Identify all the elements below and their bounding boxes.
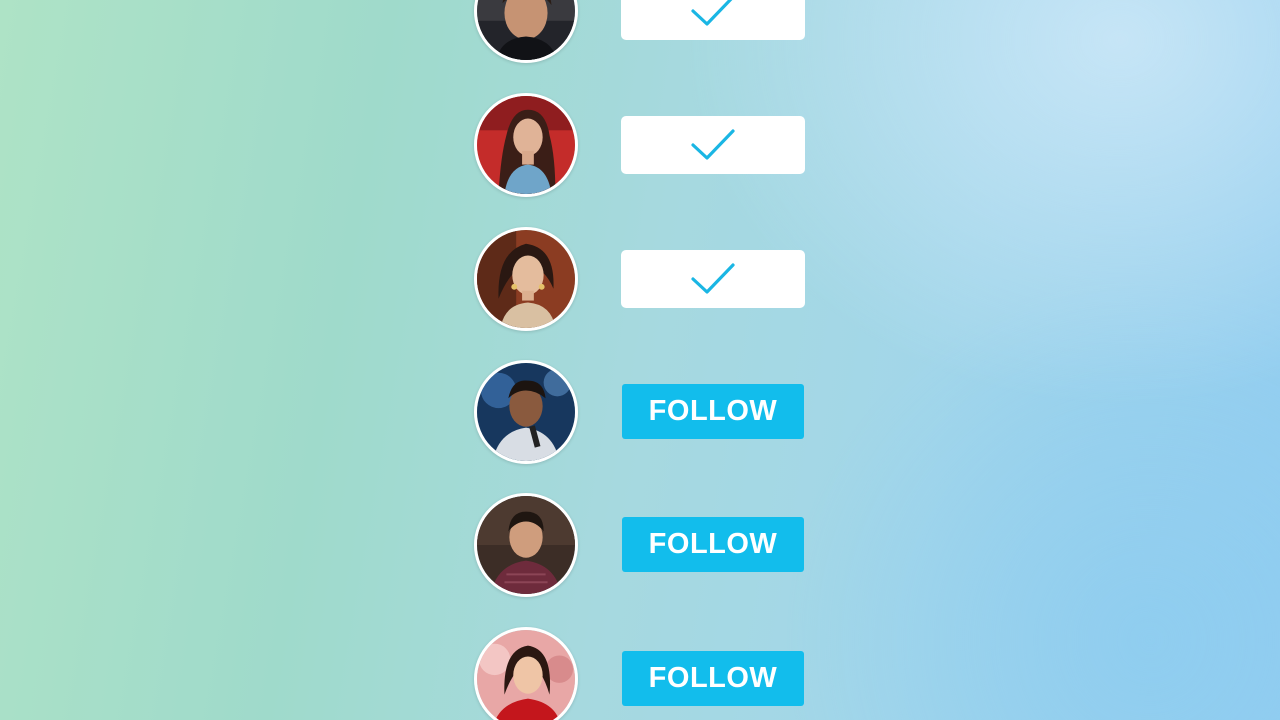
avatar-image — [477, 630, 575, 720]
follow-button-label: FOLLOW — [648, 528, 778, 560]
follow-button[interactable]: FOLLOW — [622, 384, 804, 439]
follow-button-label: FOLLOW — [648, 395, 778, 427]
avatar[interactable] — [474, 360, 578, 464]
following-button[interactable] — [621, 116, 805, 174]
avatar-image — [477, 230, 575, 328]
profile-row: FOLLOW — [0, 360, 1280, 464]
profile-row: FOLLOW — [0, 627, 1280, 720]
avatar[interactable] — [474, 93, 578, 197]
avatar-image — [477, 96, 575, 194]
avatar[interactable] — [474, 227, 578, 331]
check-icon — [690, 0, 736, 28]
avatar[interactable] — [474, 493, 578, 597]
check-icon — [690, 128, 736, 162]
avatar[interactable] — [474, 627, 578, 720]
check-icon — [690, 262, 736, 296]
avatar[interactable] — [474, 0, 578, 63]
follow-button[interactable]: FOLLOW — [622, 517, 804, 572]
follow-button-label: FOLLOW — [648, 662, 778, 694]
follow-button[interactable]: FOLLOW — [622, 651, 804, 706]
avatar-image — [477, 0, 575, 60]
following-button[interactable] — [621, 250, 805, 308]
profile-row — [0, 0, 1280, 63]
profile-row: FOLLOW — [0, 493, 1280, 597]
avatar-image — [477, 496, 575, 594]
avatar-image — [477, 363, 575, 461]
profile-row — [0, 227, 1280, 331]
following-button[interactable] — [621, 0, 805, 40]
profile-row — [0, 93, 1280, 197]
